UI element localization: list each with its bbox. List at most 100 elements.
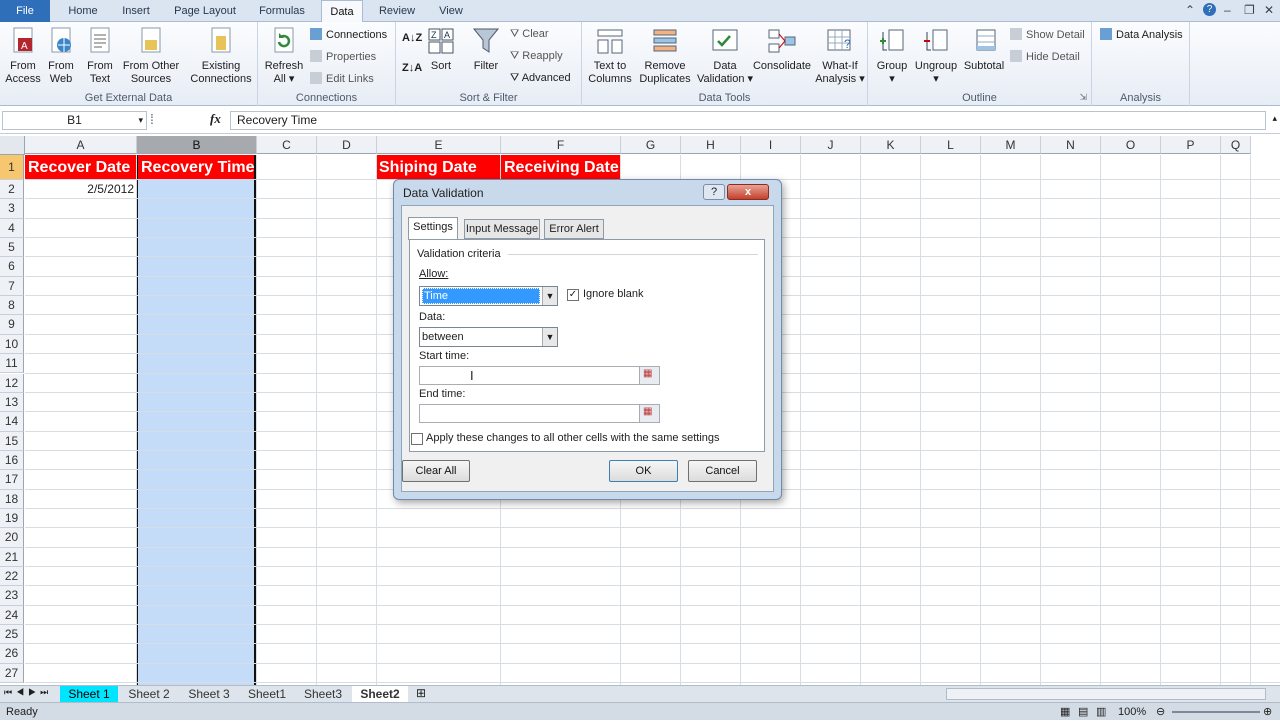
column-header-m[interactable]: M <box>981 136 1041 154</box>
cancel-button[interactable]: Cancel <box>688 460 757 482</box>
column-header-b[interactable]: B <box>137 136 257 154</box>
dialog-close-button[interactable]: x <box>727 184 769 200</box>
row-header-13[interactable]: 13 <box>0 392 24 413</box>
connections-button[interactable]: Connections <box>310 28 387 41</box>
sort-button[interactable]: ZA Sort <box>424 26 458 73</box>
ok-button[interactable]: OK <box>609 460 678 482</box>
row-header-16[interactable]: 16 <box>0 450 24 471</box>
consolidate-button[interactable]: Consolidate <box>750 26 814 73</box>
sheet-tab-3[interactable]: Sheet 3 <box>180 686 238 702</box>
column-header-g[interactable]: G <box>621 136 681 154</box>
column-header-d[interactable]: D <box>317 136 377 154</box>
start-time-input[interactable]: I ▦ <box>419 366 660 385</box>
sort-ascending-icon[interactable]: A↓Z <box>402 32 422 44</box>
row-header-3[interactable]: 3 <box>0 199 24 219</box>
sheet-tab-2[interactable]: Sheet 2 <box>120 686 178 702</box>
from-text-button[interactable]: From Text <box>82 26 118 86</box>
tab-home[interactable]: Home <box>58 0 108 22</box>
tab-review[interactable]: Review <box>372 0 422 22</box>
row-header-12[interactable]: 12 <box>0 373 24 393</box>
new-sheet-icon[interactable]: ⊞ <box>416 686 426 700</box>
row-header-20[interactable]: 20 <box>0 528 24 548</box>
text-to-columns-button[interactable]: Text to Columns <box>586 26 634 86</box>
row-header-14[interactable]: 14 <box>0 412 24 432</box>
subtotal-button[interactable]: Subtotal <box>960 26 1008 73</box>
window-restore-icon[interactable]: ❐ <box>1244 3 1255 17</box>
sheet-nav-arrows-icon[interactable]: ⏮◀▶⏭ <box>4 687 52 698</box>
data-validation-button[interactable]: Data Validation ▾ <box>696 26 754 86</box>
column-header-a[interactable]: A <box>25 136 137 154</box>
row-header-8[interactable]: 8 <box>0 296 24 316</box>
properties-button[interactable]: Properties <box>310 50 376 63</box>
tab-data[interactable]: Data <box>321 0 363 23</box>
column-header-e[interactable]: E <box>377 136 501 154</box>
formula-input[interactable]: Recovery Time <box>230 111 1266 130</box>
row-header-17[interactable]: 17 <box>0 470 24 490</box>
row-header-23[interactable]: 23 <box>0 586 24 606</box>
column-header-p[interactable]: P <box>1161 136 1221 154</box>
row-header-7[interactable]: 7 <box>0 276 24 297</box>
tab-settings[interactable]: Settings <box>408 217 458 240</box>
row-header-19[interactable]: 19 <box>0 508 24 529</box>
dialog-launcher-icon[interactable]: ⇲ <box>1079 92 1087 103</box>
chevron-down-icon[interactable]: ▼ <box>542 287 557 305</box>
row-header-24[interactable]: 24 <box>0 605 24 626</box>
column-header-q[interactable]: Q <box>1221 136 1251 154</box>
row-header-4[interactable]: 4 <box>0 218 24 239</box>
row-header-9[interactable]: 9 <box>0 315 24 335</box>
window-close-icon[interactable]: ✕ <box>1264 3 1274 17</box>
data-analysis-button[interactable]: Data Analysis <box>1100 28 1183 41</box>
existing-connections-button[interactable]: Existing Connections <box>188 26 254 86</box>
column-header-c[interactable]: C <box>257 136 317 154</box>
cell-a1[interactable]: Recover Date <box>25 155 136 180</box>
row-header-25[interactable]: 25 <box>0 625 24 645</box>
cell-f1[interactable]: Receiving Date <box>501 155 620 180</box>
hide-detail-button[interactable]: Hide Detail <box>1010 50 1080 63</box>
end-time-input[interactable]: ▦ <box>419 404 660 423</box>
range-picker-button[interactable]: ▦ <box>639 405 659 422</box>
name-box[interactable]: B1 ▾ <box>2 111 147 130</box>
clear-all-button[interactable]: Clear All <box>402 460 470 482</box>
zoom-slider[interactable] <box>1172 711 1260 713</box>
apply-all-checkbox[interactable] <box>411 433 423 445</box>
formula-bar-resize-icon[interactable]: ⁞ <box>150 111 154 127</box>
column-header-j[interactable]: J <box>801 136 861 154</box>
tab-input-message[interactable]: Input Message <box>464 219 540 239</box>
from-other-sources-button[interactable]: From Other Sources <box>120 26 182 86</box>
row-header-26[interactable]: 26 <box>0 644 24 664</box>
row-header-5[interactable]: 5 <box>0 238 24 258</box>
view-page-layout-icon[interactable]: ▤ <box>1078 703 1088 721</box>
horizontal-scrollbar[interactable] <box>946 688 1266 700</box>
sheet-tab-1[interactable]: Sheet 1 <box>60 686 118 702</box>
zoom-out-icon[interactable]: ⊖ <box>1156 703 1165 721</box>
column-header-n[interactable]: N <box>1041 136 1101 154</box>
cell-a2[interactable]: 2/5/2012 <box>25 180 134 199</box>
row-header-18[interactable]: 18 <box>0 489 24 509</box>
cell-e1[interactable]: Shiping Date <box>376 155 501 180</box>
zoom-level[interactable]: 100% <box>1118 703 1146 721</box>
tab-view[interactable]: View <box>428 0 474 22</box>
advanced-filter-button[interactable]: ⛛ Advanced <box>510 72 571 85</box>
help-icon[interactable]: ? <box>1203 3 1216 16</box>
sheet-tab-4[interactable]: Sheet1 <box>240 686 294 702</box>
view-page-break-icon[interactable]: ▥ <box>1096 703 1106 721</box>
column-header-k[interactable]: K <box>861 136 921 154</box>
remove-duplicates-button[interactable]: Remove Duplicates <box>636 26 694 86</box>
expand-formula-bar-icon[interactable]: ▴ <box>1272 113 1277 124</box>
tab-error-alert[interactable]: Error Alert <box>544 219 604 239</box>
sheet-tab-6[interactable]: Sheet2 <box>352 686 408 702</box>
ignore-blank-checkbox[interactable]: ✓ <box>567 289 579 301</box>
view-normal-icon[interactable]: ▦ <box>1060 703 1070 721</box>
tab-file[interactable]: File <box>0 0 50 22</box>
group-button[interactable]: Group ▾ <box>872 26 912 86</box>
what-if-analysis-button[interactable]: ? What-If Analysis ▾ <box>814 26 866 86</box>
edit-links-button[interactable]: Edit Links <box>310 72 374 85</box>
row-header-2[interactable]: 2 <box>0 180 24 200</box>
dialog-help-button[interactable]: ? <box>703 184 725 200</box>
sort-descending-icon[interactable]: Z↓A <box>402 62 422 74</box>
row-header-15[interactable]: 15 <box>0 431 24 451</box>
clear-filter-button[interactable]: ⛛ Clear <box>510 28 549 41</box>
column-header-f[interactable]: F <box>501 136 621 154</box>
select-all-corner[interactable] <box>0 136 25 155</box>
column-header-i[interactable]: I <box>741 136 801 154</box>
